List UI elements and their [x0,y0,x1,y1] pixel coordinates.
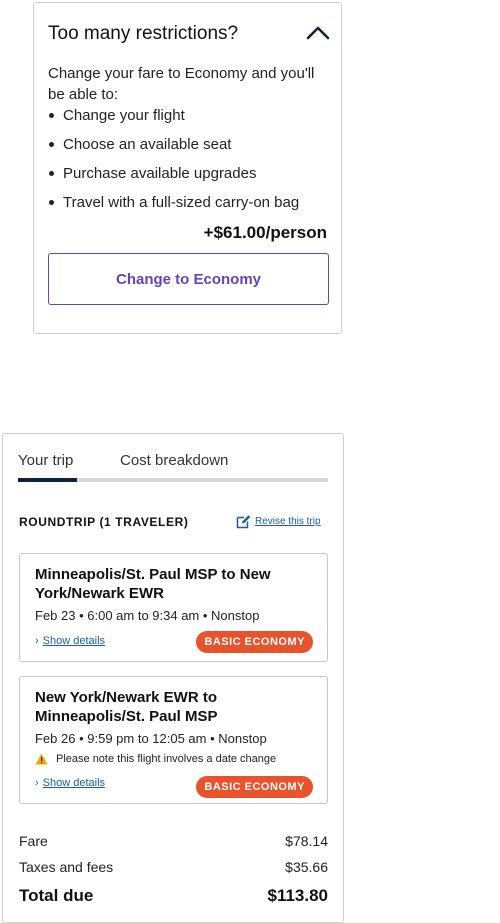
bullet-icon [49,142,54,147]
total-value: $113.80 [267,886,328,905]
fare-class-badge: BASIC ECONOMY [196,776,313,798]
benefit-item: Change your flight [48,105,299,134]
fare-label: Fare [19,833,48,849]
tab-your-trip[interactable]: Your trip [18,452,73,469]
bullet-icon [49,200,54,205]
benefits-list: Change your flight Choose an available s… [48,105,299,221]
date-change-warning: Please note this flight involves a date … [35,753,276,765]
show-details-label: Show details [42,635,106,647]
taxes-label: Taxes and fees [19,859,114,875]
trip-heading: ROUNDTRIP (1 TRAVELER) [19,515,189,529]
total-label: Total due [19,886,94,905]
benefit-item: Purchase available upgrades [48,163,299,192]
bullet-icon [49,171,54,176]
flight-segment-return: New York/Newark EWR to Minneapolis/St. P… [19,676,328,804]
flight-segment-outbound: Minneapolis/St. Paul MSP to New York/New… [19,553,328,662]
chevron-right-icon: › [35,777,39,789]
benefit-item: Travel with a full-sized carry-on bag [48,192,299,221]
active-tab-indicator [18,478,77,482]
fare-class-badge: BASIC ECONOMY [196,631,313,653]
tab-cost-breakdown[interactable]: Cost breakdown [120,452,228,469]
segment-times: Feb 23 • 6:00 am to 9:34 am • Nonstop [35,608,260,623]
benefit-item: Choose an available seat [48,134,299,163]
warning-icon [35,753,48,765]
segment-times: Feb 26 • 9:59 pm to 12:05 am • Nonstop [35,731,267,746]
trip-summary-card: Your trip Cost breakdown ROUNDTRIP (1 TR… [2,433,344,923]
segment-route: Minneapolis/St. Paul MSP to New York/New… [35,566,271,602]
taxes-value: $35.66 [285,859,328,875]
restrictions-card: Too many restrictions? Change your fare … [33,2,342,334]
revise-trip-label: Revise this trip [255,516,321,527]
show-details-label: Show details [42,777,106,789]
revise-trip-link[interactable]: Revise this trip [236,514,321,529]
warning-text: Please note this flight involves a date … [56,753,277,765]
edit-icon [236,515,251,529]
change-to-economy-button[interactable]: Change to Economy [48,253,329,305]
chevron-up-icon[interactable] [306,24,330,40]
show-details-link[interactable]: › Show details [35,777,105,789]
upgrade-price: +$61.00/person [203,223,327,242]
restrictions-description: Change your fare to Economy and you'll b… [48,65,315,103]
chevron-right-icon: › [35,635,39,647]
bullet-icon [49,113,54,118]
fare-value: $78.14 [285,833,328,849]
segment-route: New York/Newark EWR to Minneapolis/St. P… [35,689,218,725]
restrictions-title: Too many restrictions? [48,23,239,44]
show-details-link[interactable]: › Show details [35,635,105,647]
